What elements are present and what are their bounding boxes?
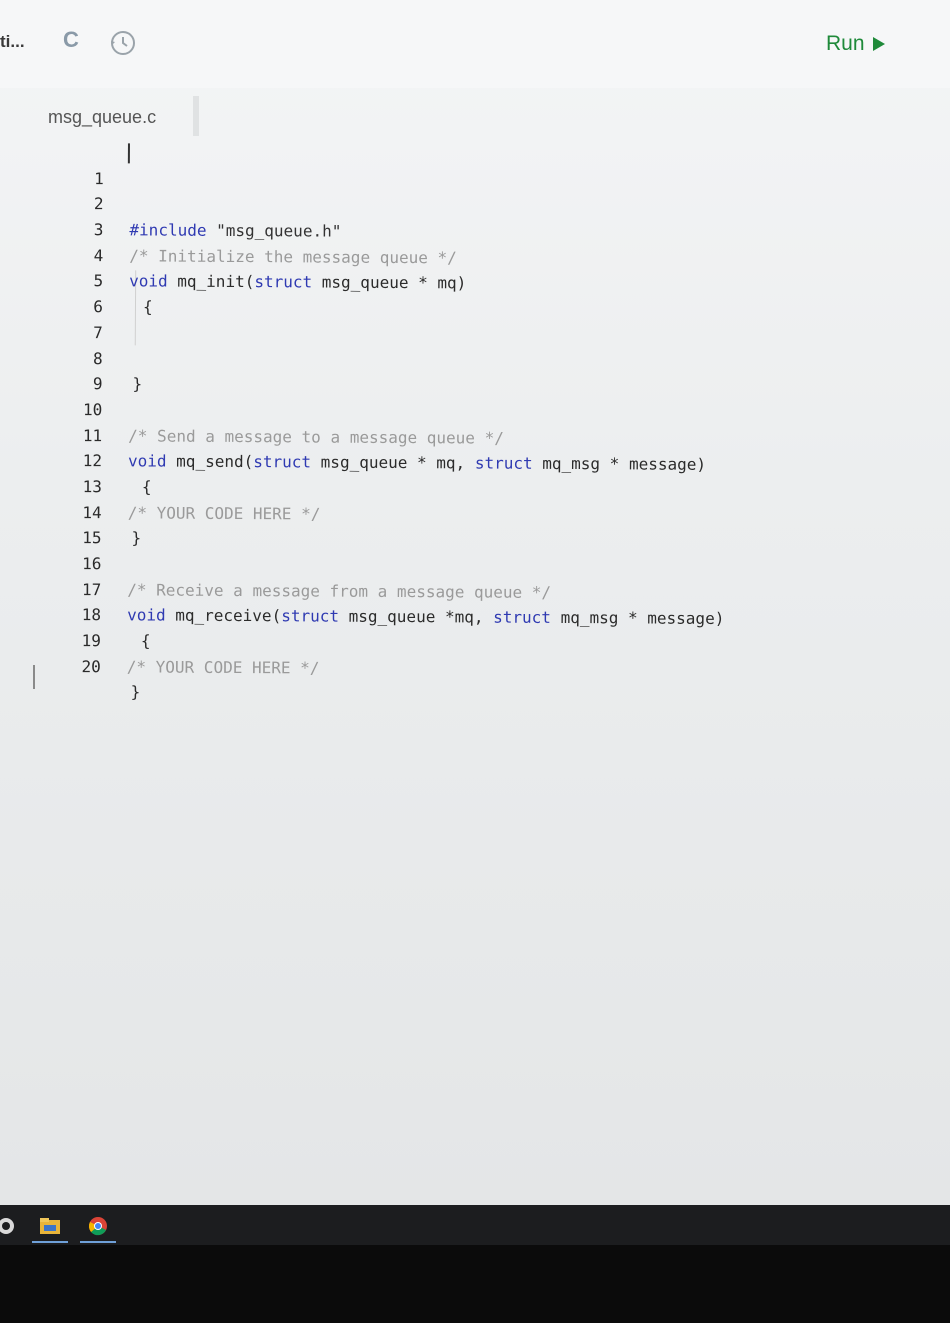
file-explorer-icon[interactable] [38, 1215, 62, 1237]
chrome-icon[interactable] [86, 1215, 110, 1237]
code-line-20: 20 } [69, 628, 829, 702]
language-c-icon: C [63, 27, 79, 52]
close-brace: } [130, 682, 141, 702]
history-icon[interactable] [108, 28, 138, 58]
active-indicator [80, 1241, 116, 1243]
play-icon [872, 37, 885, 51]
file-tab[interactable]: msg_queue.c [48, 107, 156, 128]
monitor-bezel [0, 1245, 950, 1323]
active-indicator [32, 1241, 68, 1243]
code-editor[interactable]: 1 #include "msg_queue.h" 2 3 /* Initiali… [69, 140, 832, 702]
code-comment: /* YOUR CODE HERE */ [126, 657, 320, 678]
toolbar: ti... C Run [0, 0, 950, 88]
run-label: Run [826, 32, 865, 55]
screen: ti... C Run msg_queue.c 1 #include "msg_… [0, 0, 950, 1205]
truncated-tab-label[interactable]: ti... [0, 32, 25, 52]
taskbar [0, 1205, 950, 1245]
text-caret [127, 143, 130, 164]
tab-divider [193, 96, 199, 136]
line-number: 20 [81, 656, 101, 676]
app-icon[interactable] [0, 1215, 20, 1237]
text-cursor [33, 665, 35, 689]
run-button[interactable]: Run [826, 32, 885, 56]
